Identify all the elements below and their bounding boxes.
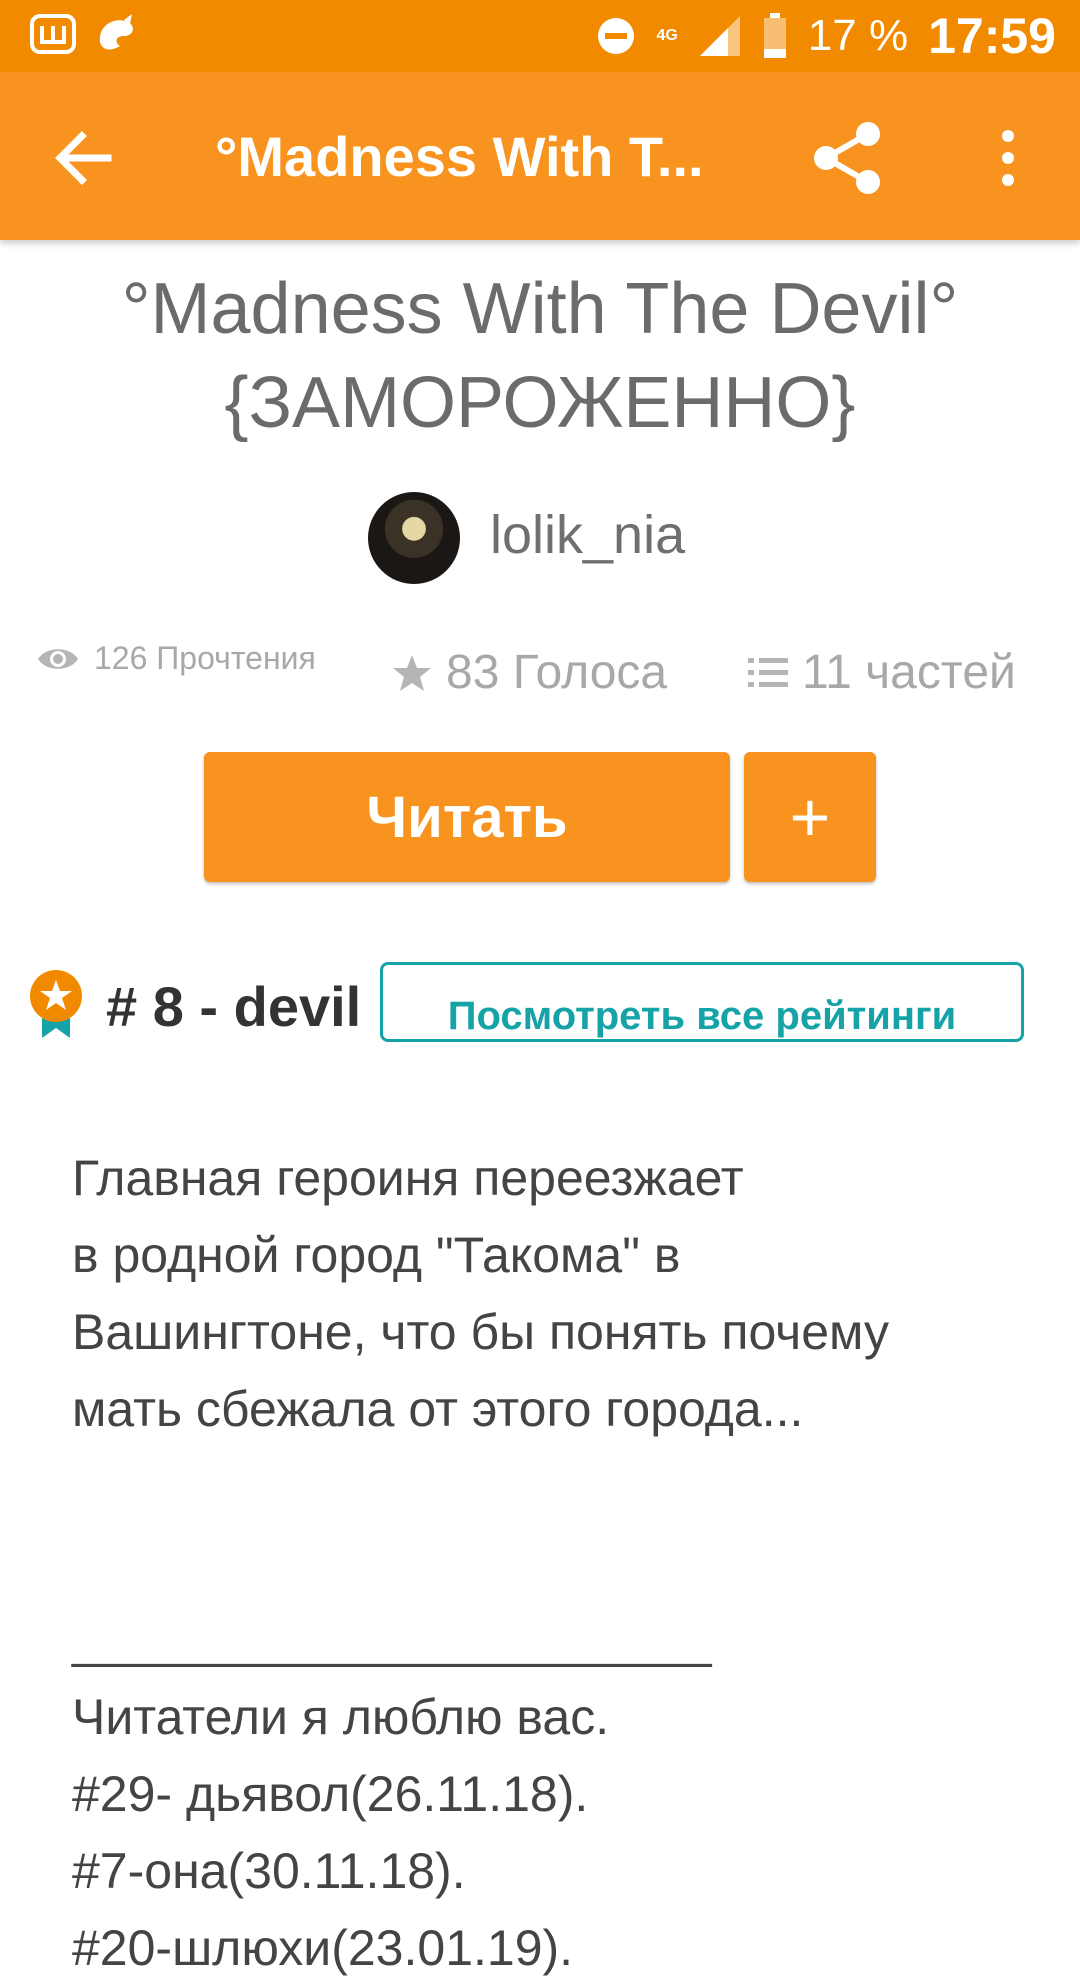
- votes-count: 83 Голоса: [446, 646, 668, 699]
- story-description: Главная героиня переезжает в родной горо…: [72, 1150, 889, 1976]
- story-title: °Madness With The Devil° {ЗАМОРОЖЕННО}: [40, 262, 1040, 450]
- view-all-ratings-button[interactable]: Посмотреть все рейтинги: [380, 962, 1024, 1042]
- app-w-icon: [30, 14, 76, 54]
- reads-count: 126 Прочтения: [94, 640, 316, 676]
- eye-icon: [38, 648, 78, 669]
- star-icon: [393, 654, 431, 691]
- stat-parts: 11 частей: [748, 645, 1016, 700]
- share-button[interactable]: [808, 118, 888, 198]
- list-icon: [748, 657, 788, 687]
- add-to-library-button[interactable]: +: [744, 752, 876, 882]
- author-avatar[interactable]: [368, 492, 460, 584]
- arrow-left-icon: [55, 131, 112, 185]
- back-button[interactable]: [48, 122, 120, 194]
- ranking-badge-icon: [30, 970, 82, 1038]
- story-title-line1: °Madness With The Devil°: [121, 269, 959, 349]
- story-title-line2: {ЗАМОРОЖЕННО}: [224, 363, 856, 443]
- network-type: 4G: [656, 27, 678, 44]
- battery-percent: 17 %: [807, 11, 909, 60]
- app-bar-title: °Madness With T...: [215, 125, 704, 188]
- status-bar: 4G 17 % 17:59: [0, 0, 1080, 72]
- stat-votes: 83 Голоса: [392, 645, 667, 700]
- signal-icon: [699, 16, 740, 56]
- more-vert-icon: [1002, 130, 1014, 186]
- wattpad-icon: [99, 14, 133, 50]
- author-name[interactable]: lolik_nia: [490, 504, 685, 566]
- parts-count: 11 частей: [802, 646, 1016, 699]
- read-button[interactable]: Читать: [204, 752, 730, 882]
- battery-icon: [763, 13, 786, 58]
- clock: 17:59: [928, 8, 1056, 64]
- ranking-text: # 8 - devil: [106, 975, 362, 1038]
- app-bar: °Madness With T...: [0, 72, 1080, 240]
- stat-reads: 126 Прочтения: [36, 640, 316, 677]
- share-icon: [814, 122, 880, 194]
- more-options-button[interactable]: [988, 122, 1028, 194]
- author-row[interactable]: lolik_nia: [0, 492, 1080, 584]
- do-not-disturb-icon: [598, 18, 635, 54]
